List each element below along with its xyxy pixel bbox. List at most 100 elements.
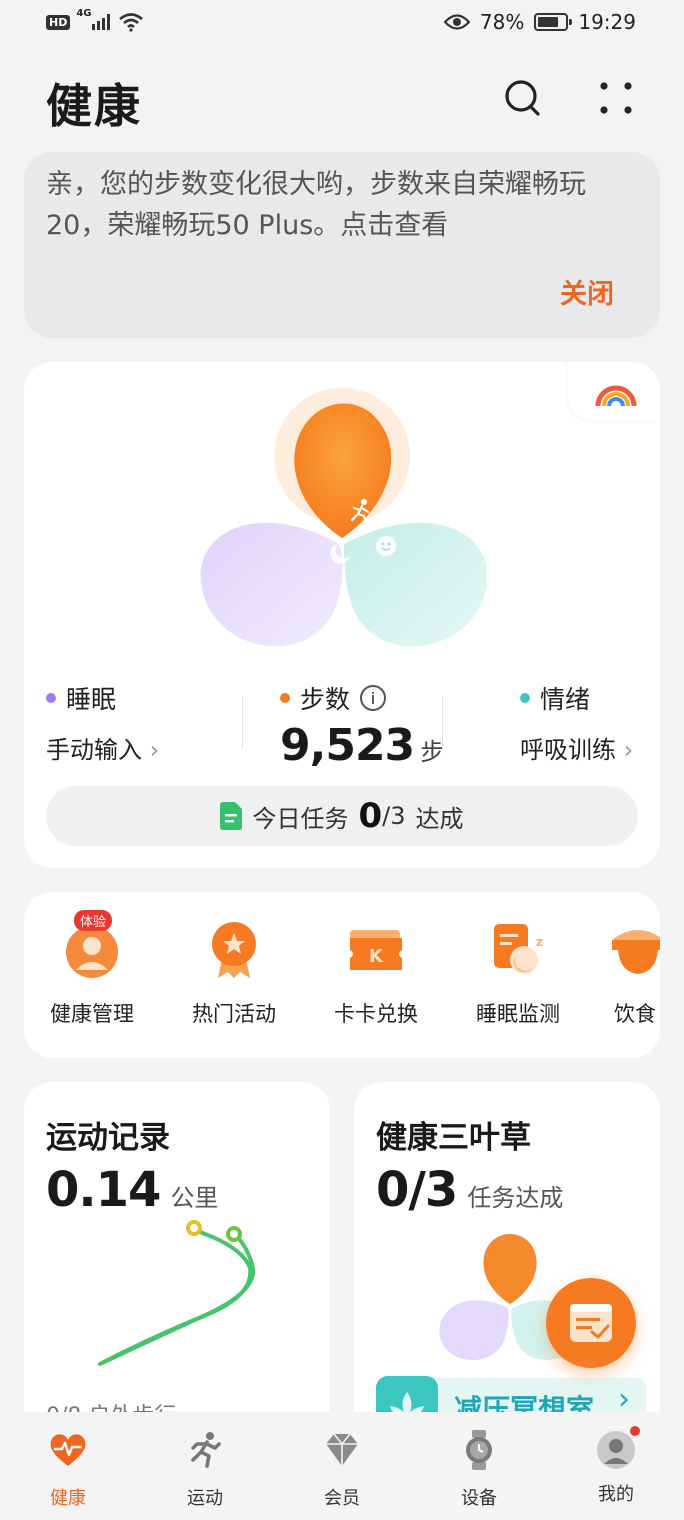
sleep-monitor-icon: z [488, 920, 548, 980]
exercise-record-card[interactable]: 运动记录 0.14 公里 0/8 户外步行 [24, 1082, 330, 1442]
exercise-card-title: 运动记录 [46, 1120, 170, 1156]
clover-value-row: 0/3 任务达成 [376, 1162, 563, 1218]
steps-unit: 步 [420, 738, 445, 766]
search-icon[interactable] [500, 74, 548, 122]
page-title: 健康 [46, 79, 142, 133]
nav-health[interactable]: 健康 [18, 1430, 118, 1510]
rainbow-button[interactable] [568, 362, 660, 420]
nav-member[interactable]: 会员 [292, 1430, 392, 1510]
more-options-icon[interactable] [592, 74, 640, 122]
medal-icon [204, 920, 264, 980]
steps-value-row: 9,523 步 [280, 720, 444, 771]
coupon-icon: K [346, 920, 406, 980]
mood-column[interactable]: 情绪 呼吸训练 › [520, 680, 633, 765]
runner-icon [191, 1432, 221, 1468]
shortcut-label: 热门活动 [192, 1002, 276, 1026]
nav-label: 运动 [187, 1488, 223, 1509]
nav-label: 设备 [461, 1488, 497, 1509]
mood-label: 情绪 [540, 685, 591, 714]
exercise-unit: 公里 [170, 1184, 219, 1212]
exercise-distance: 0.14 [46, 1162, 161, 1218]
sleep-leaf[interactable] [200, 522, 343, 647]
step-notice-card[interactable]: 亲，您的步数变化很大哟，步数来自荣耀畅玩20，荣耀畅玩50 Plus。点击查看 … [24, 152, 660, 338]
mood-action[interactable]: 呼吸训练 › [520, 730, 633, 765]
status-right: 78% 19:29 [443, 10, 636, 34]
trial-badge: 体验 [73, 910, 112, 931]
nav-device[interactable]: 设备 [429, 1430, 529, 1510]
svg-text:K: K [369, 946, 384, 967]
mood-leaf[interactable] [344, 522, 488, 647]
notice-close-button[interactable]: 关闭 [560, 272, 614, 311]
shortcut-label: 饮食 [614, 1002, 656, 1026]
chevron-right-icon: › [142, 736, 160, 764]
wifi-icon [119, 13, 144, 32]
signal-icon: 4G [76, 8, 111, 30]
svg-text:z: z [536, 935, 543, 949]
shortcut-hot-activities[interactable]: 热门活动 [174, 920, 294, 1028]
task-total: /3 [382, 802, 406, 830]
checklist-icon [570, 1304, 612, 1342]
steps-label: 步数 [300, 685, 351, 714]
rainbow-icon [595, 385, 637, 407]
sleep-label: 睡眠 [66, 685, 117, 714]
health-summary-card[interactable]: 睡眠 手动输入 › 步数 i 9,523 步 情绪 呼吸训练 › 今日任务 0 … [24, 362, 660, 868]
divider [242, 696, 243, 750]
task-suffix: 达成 [415, 804, 464, 833]
clover-card-title: 健康三叶草 [376, 1120, 531, 1156]
mood-action-label: 呼吸训练 [520, 736, 616, 764]
watch-icon [466, 1430, 492, 1470]
steps-value: 9,523 [280, 720, 415, 771]
exercise-value-row: 0.14 公里 [46, 1162, 218, 1218]
shortcut-sleep-monitor[interactable]: z 睡眠监测 [458, 920, 578, 1028]
health-management-icon: 体验 [62, 910, 122, 980]
steps-dot [280, 693, 290, 703]
floating-task-button[interactable] [546, 1278, 636, 1368]
sleep-action-label: 手动输入 [46, 736, 142, 764]
clover-progress: 0/3 [376, 1162, 458, 1218]
chevron-right-icon: › [616, 736, 634, 764]
mood-label-row: 情绪 [520, 680, 633, 716]
route-map [98, 1220, 256, 1366]
sleep-column[interactable]: 睡眠 手动输入 › [46, 680, 159, 765]
nav-profile[interactable]: 我的 [566, 1426, 666, 1506]
health-clover-chart[interactable] [194, 376, 494, 656]
profile-icon [596, 1426, 640, 1470]
steps-leaf[interactable] [294, 403, 392, 539]
shortcut-health-management[interactable]: 体验 健康管理 [32, 910, 152, 1028]
eye-comfort-icon [443, 14, 470, 30]
battery-percent: 78% [479, 10, 525, 34]
diet-icon [608, 920, 660, 980]
status-left: HD 4G [46, 8, 144, 32]
notice-text[interactable]: 亲，您的步数变化很大哟，步数来自荣耀畅玩20，荣耀畅玩50 Plus。点击查看 [46, 164, 636, 246]
network-type: 4G [76, 8, 92, 19]
hd-indicator: HD [46, 14, 71, 30]
diamond-icon [326, 1433, 358, 1466]
nav-label: 健康 [50, 1488, 86, 1509]
daily-task-bar[interactable]: 今日任务 0/3 达成 [46, 786, 638, 846]
clock: 19:29 [578, 10, 636, 34]
task-done: 0 [358, 796, 383, 836]
info-icon[interactable]: i [360, 685, 387, 711]
battery-icon [534, 13, 573, 31]
notification-dot [630, 1426, 640, 1436]
divider [442, 696, 443, 750]
smile-small-icon [376, 536, 396, 556]
steps-column[interactable]: 步数 i 9,523 步 [280, 680, 444, 771]
task-prefix: 今日任务 [252, 804, 349, 833]
sleep-dot [46, 693, 56, 703]
sleep-action[interactable]: 手动输入 › [46, 730, 159, 765]
heart-pulse-icon [50, 1434, 86, 1466]
document-icon [220, 802, 243, 830]
mood-dot [520, 693, 530, 703]
shortcut-label: 睡眠监测 [476, 1002, 560, 1026]
shortcut-coupon-exchange[interactable]: K 卡卡兑换 [316, 920, 436, 1028]
shortcut-label: 卡卡兑换 [334, 1002, 418, 1026]
bottom-nav: 健康 运动 会员 设备 我的 [0, 1412, 684, 1520]
battery-fill [538, 17, 559, 27]
clover-unit: 任务达成 [467, 1184, 564, 1212]
status-bar: HD 4G 78% 19:29 [0, 0, 684, 48]
nav-exercise[interactable]: 运动 [155, 1430, 255, 1510]
health-clover-card[interactable]: 健康三叶草 0/3 任务达成 减压冥想室 › [354, 1082, 660, 1442]
shortcuts-row[interactable]: 体验 健康管理 热门活动 K 卡卡兑换 z 睡眠监测 饮食 [24, 892, 660, 1058]
shortcut-diet[interactable]: 饮食 [600, 920, 660, 1028]
